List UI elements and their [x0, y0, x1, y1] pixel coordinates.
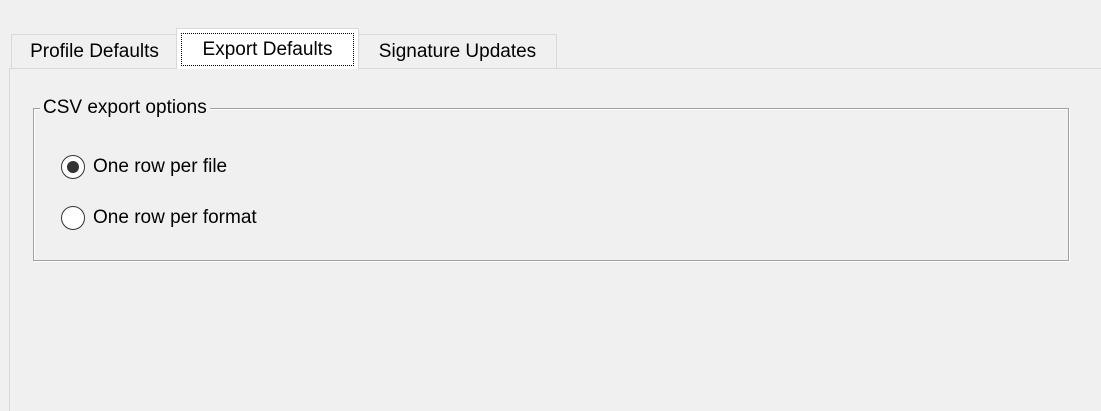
- radio-selected-icon[interactable]: [61, 155, 85, 179]
- csv-export-options-label: CSV export options: [40, 97, 210, 119]
- tab-profile-defaults[interactable]: Profile Defaults: [11, 34, 178, 68]
- one-row-per-format-label[interactable]: One row per format: [93, 207, 257, 229]
- tab-signature-updates[interactable]: Signature Updates: [358, 34, 557, 68]
- export-defaults-dialog-page: Profile Defaults Signature Updates Expor…: [0, 0, 1101, 411]
- radio-unselected-icon[interactable]: [61, 206, 85, 230]
- tab-signature-updates-label: Signature Updates: [378, 41, 537, 62]
- tab-profile-defaults-label: Profile Defaults: [30, 41, 159, 62]
- one-row-per-file-label[interactable]: One row per file: [93, 156, 227, 178]
- tab-export-defaults[interactable]: Export Defaults: [176, 28, 359, 69]
- radio-dot: [67, 161, 79, 173]
- csv-export-options-group: [33, 108, 1069, 261]
- one-row-per-format-option[interactable]: One row per format: [61, 205, 257, 231]
- one-row-per-file-option[interactable]: One row per file: [61, 154, 227, 180]
- tab-export-defaults-label: Export Defaults: [202, 38, 333, 60]
